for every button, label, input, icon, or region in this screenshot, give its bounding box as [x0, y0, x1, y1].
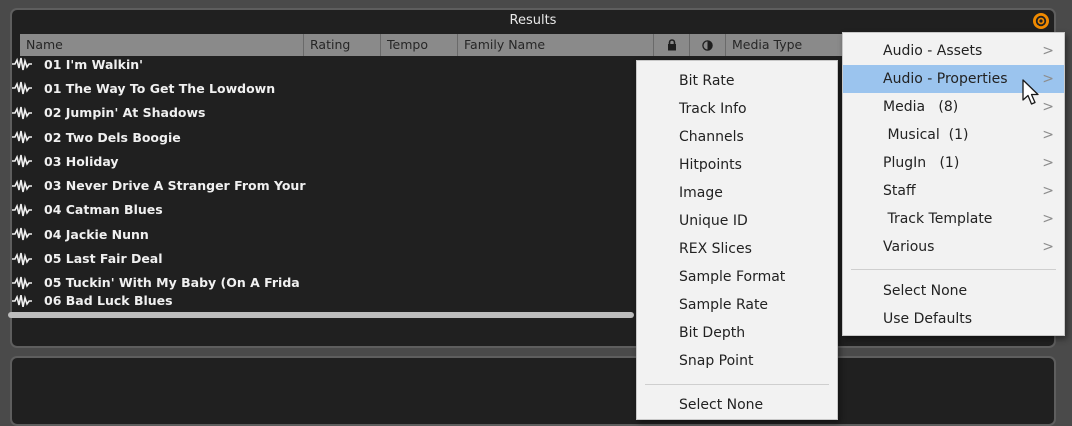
item-title: 04 Jackie Nunn — [44, 226, 149, 242]
list-item[interactable]: 04 Catman Blues — [12, 198, 632, 222]
submenu-arrow-icon: > — [1042, 183, 1054, 199]
submenu-arrow-icon: > — [1042, 155, 1054, 171]
item-title: 03 Holiday — [44, 153, 119, 169]
list-item[interactable]: 01 The Way To Get The Lowdown — [12, 76, 632, 100]
waveform-icon — [12, 155, 32, 168]
menu-item-label: Audio - Assets — [883, 43, 983, 59]
menu-item-image[interactable]: Image — [637, 179, 837, 207]
menu-item-hitpoints[interactable]: Hitpoints — [637, 151, 837, 179]
menu-item-track-template[interactable]: Track Template > — [843, 205, 1064, 233]
item-title: 05 Last Fair Deal — [44, 251, 163, 267]
contrast-icon — [702, 39, 713, 51]
settings-gear-icon[interactable] — [1032, 12, 1050, 30]
results-list: 01 I'm Walkin' 01 The Way To Get The Low… — [12, 52, 632, 307]
menu-item-label: Musical (1) — [883, 127, 969, 143]
list-item[interactable]: 05 Tuckin' With My Baby (On A Frida — [12, 271, 632, 295]
submenu-arrow-icon: > — [1042, 99, 1054, 115]
waveform-icon — [12, 294, 32, 307]
list-item[interactable]: 03 Never Drive A Stranger From Your — [12, 173, 632, 197]
menu-item-rex-slices[interactable]: REX Slices — [637, 235, 837, 263]
list-item[interactable]: 04 Jackie Nunn — [12, 222, 632, 246]
menu-item-musical[interactable]: Musical (1) > — [843, 121, 1064, 149]
menu-item-select-none[interactable]: Select None — [637, 391, 837, 419]
list-item[interactable]: 02 Jumpin' At Shadows — [12, 101, 632, 125]
waveform-icon — [12, 57, 32, 71]
item-title: 03 Never Drive A Stranger From Your — [44, 178, 306, 194]
column-media-type[interactable]: Media Type — [726, 34, 846, 56]
waveform-icon — [12, 179, 32, 192]
menu-item-audio-assets[interactable]: Audio - Assets > — [843, 37, 1064, 65]
mouse-cursor-icon — [1022, 79, 1039, 105]
item-title: 06 Bad Luck Blues — [44, 294, 173, 307]
menu-separator — [851, 269, 1056, 270]
list-item[interactable]: 01 I'm Walkin' — [12, 52, 632, 76]
submenu-arrow-icon: > — [1042, 71, 1054, 87]
menu-item-bit-rate[interactable]: Bit Rate — [637, 67, 837, 95]
menu-item-plugin[interactable]: PlugIn (1) > — [843, 149, 1064, 177]
menu-item-snap-point[interactable]: Snap Point — [637, 347, 837, 375]
waveform-icon — [12, 203, 32, 217]
column-context-menu: Audio - Assets > Audio - Properties > Me… — [842, 32, 1065, 336]
column-lock[interactable] — [654, 34, 690, 56]
submenu-arrow-icon: > — [1042, 127, 1054, 143]
menu-item-select-none[interactable]: Select None — [843, 277, 1064, 305]
waveform-icon — [12, 252, 32, 265]
submenu-arrow-icon: > — [1042, 43, 1054, 59]
menu-item-unique-id[interactable]: Unique ID — [637, 207, 837, 235]
panel-title: Results — [509, 13, 557, 28]
menu-item-label: Track Template — [883, 211, 993, 227]
waveform-icon — [12, 82, 32, 95]
menu-item-various[interactable]: Various > — [843, 233, 1064, 261]
item-title: 02 Two Dels Boogie — [44, 129, 181, 145]
item-title: 01 I'm Walkin' — [44, 56, 143, 72]
menu-item-label: Staff — [883, 183, 916, 199]
horizontal-scrollbar[interactable] — [8, 312, 634, 318]
menu-item-bit-depth[interactable]: Bit Depth — [637, 319, 837, 347]
menu-item-label: Media (8) — [883, 99, 959, 115]
list-item[interactable]: 02 Two Dels Boogie — [12, 125, 632, 149]
menu-item-channels[interactable]: Channels — [637, 123, 837, 151]
item-title: 04 Catman Blues — [44, 202, 163, 218]
menu-separator — [645, 384, 829, 385]
menu-item-use-defaults[interactable]: Use Defaults — [843, 305, 1064, 333]
list-item[interactable]: 03 Holiday — [12, 149, 632, 173]
waveform-icon — [12, 130, 32, 144]
item-title: 02 Jumpin' At Shadows — [44, 105, 206, 121]
menu-item-label: Various — [883, 239, 935, 255]
lock-icon — [667, 39, 676, 51]
list-item[interactable]: 06 Bad Luck Blues — [12, 294, 632, 307]
item-title: 01 The Way To Get The Lowdown — [44, 80, 276, 96]
column-contrast[interactable] — [690, 34, 726, 56]
submenu-arrow-icon: > — [1042, 211, 1054, 227]
submenu-arrow-icon: > — [1042, 239, 1054, 255]
menu-item-label: PlugIn (1) — [883, 155, 960, 171]
menu-item-staff[interactable]: Staff > — [843, 177, 1064, 205]
waveform-icon — [12, 106, 32, 119]
menu-item-label: Audio - Properties — [883, 71, 1008, 87]
waveform-icon — [12, 227, 32, 241]
audio-properties-submenu: Bit Rate Track Info Channels Hitpoints I… — [636, 60, 838, 420]
item-title: 05 Tuckin' With My Baby (On A Frida — [44, 275, 300, 291]
menu-item-track-info[interactable]: Track Info — [637, 95, 837, 123]
menu-item-sample-format[interactable]: Sample Format — [637, 263, 837, 291]
menu-item-sample-rate[interactable]: Sample Rate — [637, 291, 837, 319]
list-item[interactable]: 05 Last Fair Deal — [12, 246, 632, 270]
waveform-icon — [12, 276, 32, 289]
